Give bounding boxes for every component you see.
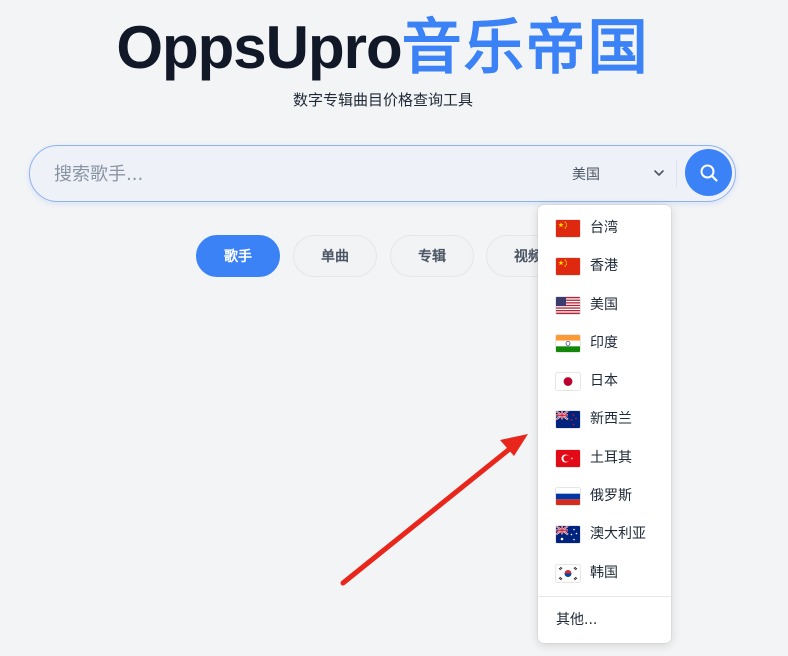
tab-album[interactable]: 专辑 (390, 235, 474, 277)
flag-ru-icon (556, 488, 580, 505)
tab-single[interactable]: 单曲 (293, 235, 377, 277)
region-option-turkey[interactable]: 土耳其 (538, 440, 671, 476)
region-option-label: 新西兰 (590, 411, 632, 427)
region-option-newzealand[interactable]: 新西兰 (538, 401, 671, 437)
region-option-other[interactable]: 其他... (556, 610, 597, 630)
region-option-label: 香港 (590, 258, 618, 274)
region-select[interactable]: 美国 (564, 158, 670, 190)
brand-cjk: 音乐帝国 (401, 14, 650, 81)
search-input[interactable] (54, 159, 534, 189)
page-subtitle: 数字专辑曲目价格查询工具 (292, 91, 473, 109)
flag-in-icon (556, 335, 580, 352)
region-option-label: 美国 (590, 297, 618, 313)
region-option-korea[interactable]: 韩国 (538, 555, 671, 591)
region-dropdown: 台湾 香港 美国 印度 日本 新西兰 土耳其 俄罗斯 澳大利亚 韩国 其他... (538, 205, 671, 643)
flag-nz-icon (556, 411, 580, 428)
flag-au-icon (556, 526, 580, 543)
region-option-label: 台湾 (590, 220, 618, 236)
brand-title: OppsUpro音乐帝国 (0, 10, 766, 86)
region-option-label: 土耳其 (590, 450, 632, 466)
region-option-usa[interactable]: 美国 (538, 287, 671, 323)
region-option-label: 韩国 (590, 565, 618, 581)
region-option-russia[interactable]: 俄罗斯 (538, 478, 671, 514)
region-select-value: 美国 (572, 167, 600, 183)
page: OppsUpro音乐帝国 数字专辑曲目价格查询工具 美国 歌手 单曲 专辑 视频 (0, 0, 788, 656)
flag-us-icon (556, 297, 580, 314)
search-button[interactable] (685, 149, 732, 196)
flag-cn-icon (556, 220, 580, 237)
chevron-down-icon (654, 170, 664, 176)
flag-cn-icon (556, 258, 580, 275)
region-option-hongkong[interactable]: 香港 (538, 248, 671, 284)
region-option-label: 印度 (590, 335, 618, 351)
region-option-label: 俄罗斯 (590, 488, 632, 504)
flag-tr-icon (556, 450, 580, 467)
flag-jp-icon (556, 373, 580, 390)
flag-kr-icon (556, 565, 580, 582)
region-option-label: 日本 (590, 373, 618, 389)
region-option-japan[interactable]: 日本 (538, 363, 671, 399)
tab-singer[interactable]: 歌手 (196, 235, 280, 277)
region-option-australia[interactable]: 澳大利亚 (538, 516, 671, 552)
search-divider (676, 160, 677, 188)
search-bar: 美国 (29, 145, 736, 202)
region-option-label: 澳大利亚 (590, 526, 646, 542)
brand-latin: OppsUpro (116, 14, 402, 81)
region-option-india[interactable]: 印度 (538, 325, 671, 361)
region-option-taiwan[interactable]: 台湾 (538, 210, 671, 246)
dropdown-divider (538, 596, 671, 597)
search-icon (700, 164, 718, 182)
